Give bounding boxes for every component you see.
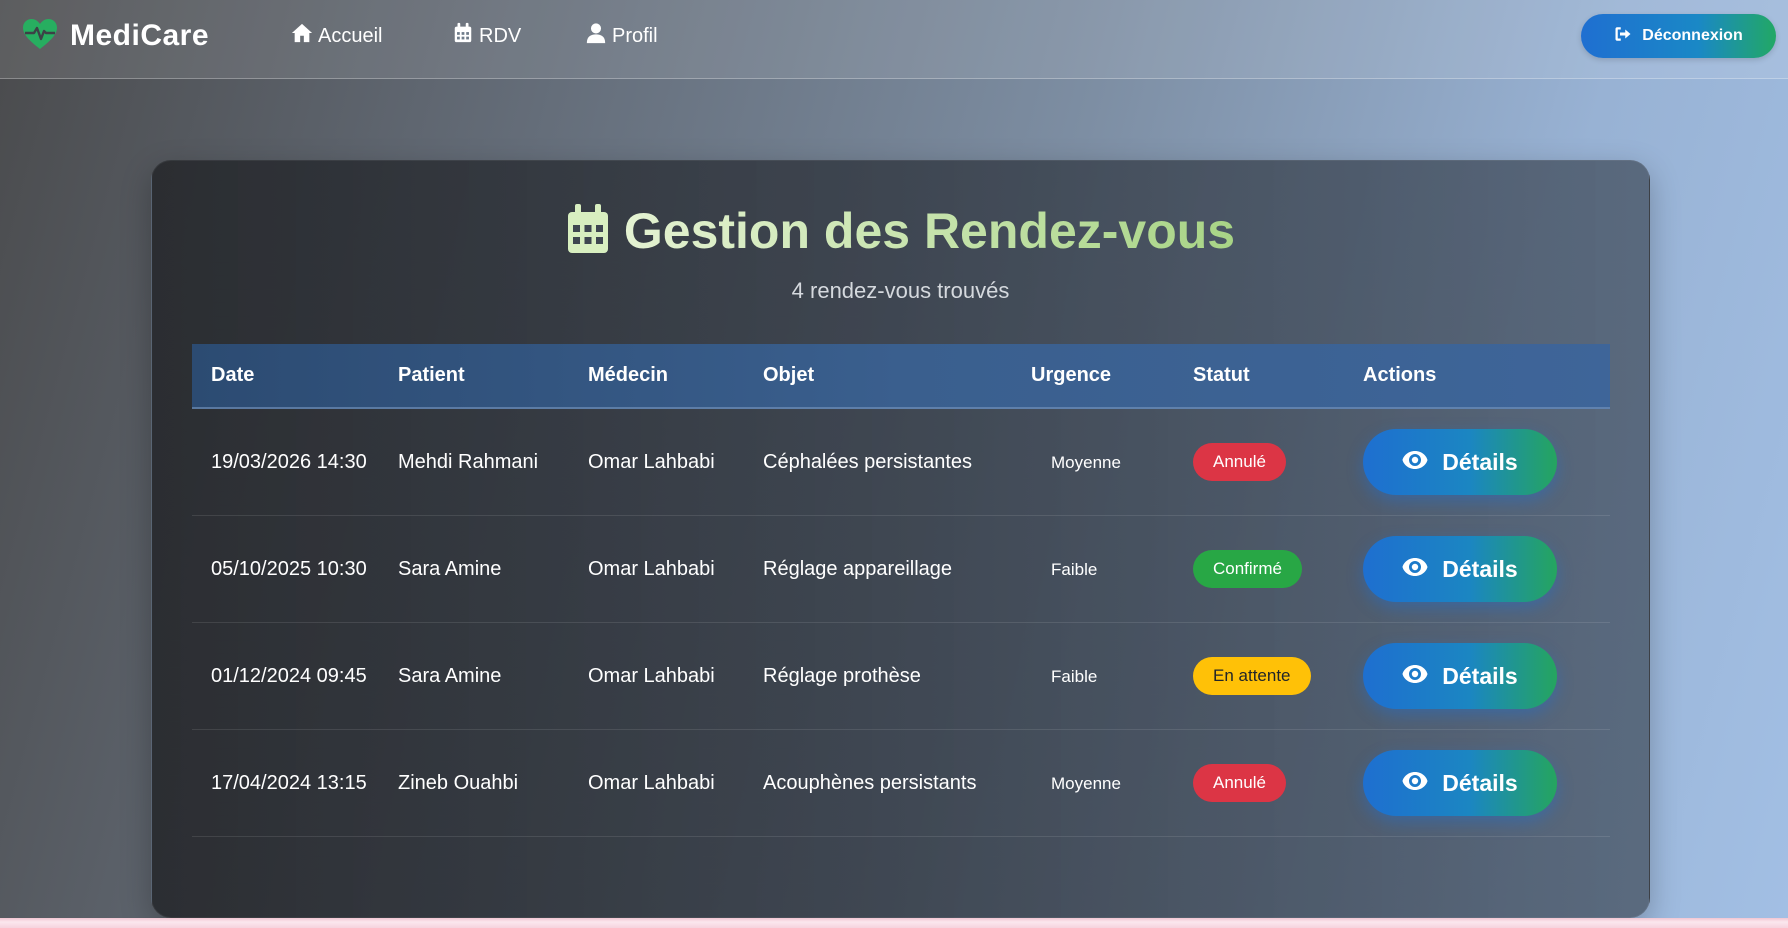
date-cell: 01/12/2024 09:45 <box>211 664 367 687</box>
patient-cell: Sara Amine <box>398 557 502 580</box>
actions-cell: Détails <box>1363 429 1610 495</box>
statut-cell: En attente <box>1193 657 1363 695</box>
actions-cell: Détails <box>1363 643 1610 709</box>
appointments-card: Gestion des Rendez-vous 4 rendez-vous tr… <box>151 160 1650 918</box>
calendar-icon <box>566 203 624 260</box>
logout-label: Déconnexion <box>1642 27 1743 44</box>
nav-link-accueil[interactable]: Accueil <box>291 22 382 50</box>
column-header-urgence: Urgence <box>1031 364 1112 386</box>
details-label: Détails <box>1442 555 1518 582</box>
medecin-cell: Omar Lahbabi <box>588 450 715 473</box>
column-header-date: Date <box>211 364 255 386</box>
nav-link-label: RDV <box>479 24 522 47</box>
sign-out-icon <box>1614 25 1642 48</box>
statut-cell: Confirmé <box>1193 550 1363 588</box>
nav-link-label: Accueil <box>318 24 383 47</box>
brand[interactable]: MediCare <box>22 18 209 54</box>
date-cell: 05/10/2025 10:30 <box>211 557 367 580</box>
objet-cell: Céphalées persistantes <box>763 450 973 473</box>
nav-link-label: Profil <box>612 24 658 47</box>
calendar-icon <box>452 22 479 50</box>
page-title: Gestion des Rendez-vous <box>623 203 1236 259</box>
details-button[interactable]: Détails <box>1363 643 1557 709</box>
urgence-label: Moyenne <box>1051 452 1121 472</box>
table-row: 05/10/2025 10:30 Sara Amine Omar Lahbabi… <box>192 516 1610 623</box>
status-badge: Annulé <box>1193 443 1286 481</box>
results-count: 4 rendez-vous trouvés <box>791 278 1010 303</box>
statut-cell: Annulé <box>1193 764 1363 802</box>
column-header-actions: Actions <box>1363 364 1437 386</box>
heartbeat-icon <box>22 18 58 55</box>
urgence-cell: Faible <box>1031 665 1193 688</box>
details-label: Détails <box>1442 448 1518 475</box>
urgence-cell: Moyenne <box>1031 451 1193 474</box>
column-header-objet: Objet <box>763 364 815 386</box>
date-cell: 19/03/2026 14:30 <box>211 450 367 473</box>
patient-cell: Sara Amine <box>398 664 502 687</box>
details-button[interactable]: Détails <box>1363 429 1557 495</box>
home-icon <box>291 22 318 50</box>
date-cell: 17/04/2024 13:15 <box>211 771 367 794</box>
medecin-cell: Omar Lahbabi <box>588 557 715 580</box>
details-button[interactable]: Détails <box>1363 536 1557 602</box>
user-icon <box>585 22 612 50</box>
details-label: Détails <box>1442 662 1518 689</box>
table-row: 17/04/2024 13:15 Zineb Ouahbi Omar Lahba… <box>192 730 1610 837</box>
actions-cell: Détails <box>1363 536 1610 602</box>
eye-icon <box>1402 556 1442 583</box>
urgence-label: Faible <box>1051 559 1098 579</box>
urgence-label: Faible <box>1051 666 1098 686</box>
medecin-cell: Omar Lahbabi <box>588 664 715 687</box>
status-badge: Confirmé <box>1193 550 1302 588</box>
appointments-table: Date Patient Médecin Objet Urgence Statu… <box>192 344 1610 837</box>
column-header-medecin: Médecin <box>588 364 669 386</box>
eye-icon <box>1402 449 1442 476</box>
nav-link-profil[interactable]: Profil <box>585 22 658 50</box>
nav-link-rdv[interactable]: RDV <box>452 22 521 50</box>
actions-cell: Détails <box>1363 750 1610 816</box>
logout-button[interactable]: Déconnexion <box>1581 14 1776 58</box>
urgence-label: Moyenne <box>1051 773 1121 793</box>
table-row: 19/03/2026 14:30 Mehdi Rahmani Omar Lahb… <box>192 409 1610 516</box>
urgence-cell: Faible <box>1031 558 1193 581</box>
eye-icon <box>1402 770 1442 797</box>
eye-icon <box>1402 663 1442 690</box>
navbar: MediCare Accueil RDV Profil Déconnexion <box>0 0 1788 79</box>
details-label: Détails <box>1442 769 1518 796</box>
page-title-row: Gestion des Rendez-vous <box>152 201 1649 261</box>
objet-cell: Réglage appareillage <box>763 557 953 580</box>
brand-name: MediCare <box>70 19 210 52</box>
table-header: Date Patient Médecin Objet Urgence Statu… <box>192 344 1610 409</box>
bottom-strip <box>0 918 1788 928</box>
column-header-patient: Patient <box>398 364 465 386</box>
status-badge: En attente <box>1193 657 1311 695</box>
medecin-cell: Omar Lahbabi <box>588 771 715 794</box>
status-badge: Annulé <box>1193 764 1286 802</box>
patient-cell: Mehdi Rahmani <box>398 450 539 473</box>
column-header-statut: Statut <box>1193 364 1250 386</box>
urgence-cell: Moyenne <box>1031 772 1193 795</box>
table-row: 01/12/2024 09:45 Sara Amine Omar Lahbabi… <box>192 623 1610 730</box>
objet-cell: Réglage prothèse <box>763 664 921 687</box>
details-button[interactable]: Détails <box>1363 750 1557 816</box>
patient-cell: Zineb Ouahbi <box>398 771 519 794</box>
objet-cell: Acouphènes persistants <box>763 771 977 794</box>
statut-cell: Annulé <box>1193 443 1363 481</box>
